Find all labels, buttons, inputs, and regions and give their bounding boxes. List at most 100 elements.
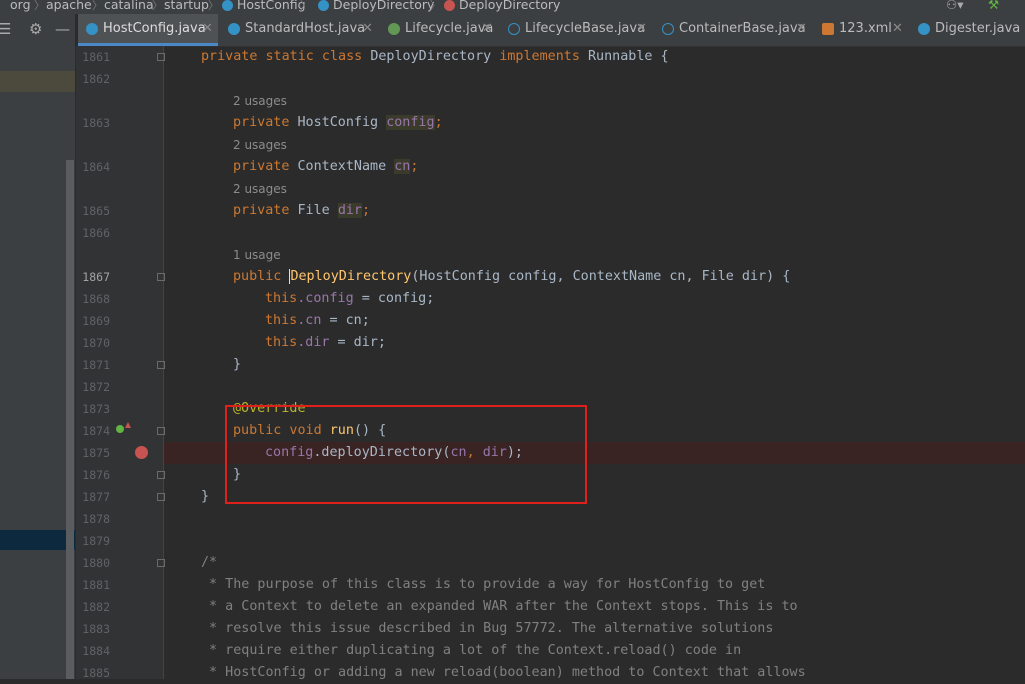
code-line-1877: }	[201, 489, 210, 504]
line-number: 1877	[82, 490, 110, 504]
code-line-1885: * HostConfig or adding a new reload(bool…	[201, 665, 806, 680]
tab-lifecyclebase[interactable]: LifecycleBase.java ✕	[500, 14, 652, 46]
line-number: 1874	[82, 424, 110, 438]
code-line-1884: * require either duplicating a lot of th…	[201, 643, 742, 658]
class-icon	[222, 0, 233, 11]
code-token: implements	[499, 49, 588, 64]
close-tab-icon[interactable]: ✕	[796, 14, 807, 44]
breadcrumb-startup[interactable]: startup	[164, 0, 209, 12]
tab-label: ContainerBase.java	[679, 21, 806, 36]
code-line-1870: this.dir = dir;	[265, 332, 386, 354]
code-token: this	[265, 291, 298, 306]
override-icon[interactable]	[116, 425, 124, 433]
code-token: ;	[362, 203, 371, 218]
code-line-1863: private HostConfig config;	[233, 112, 443, 134]
breakpoint-icon[interactable]	[135, 446, 148, 459]
code-token: this	[265, 335, 298, 350]
tab-hostconfig[interactable]: HostConfig.java ✕	[78, 14, 218, 46]
line-number: 1878	[82, 512, 110, 526]
tab-label: Digester.java	[935, 21, 1021, 36]
java-abstract-class-icon	[662, 23, 674, 35]
close-tab-icon[interactable]: ✕	[362, 14, 373, 44]
code-token: private static class	[201, 49, 371, 64]
breadcrumb-catalina[interactable]: catalina	[104, 0, 154, 12]
breadcrumb-deploydirectory-method[interactable]: DeployDirectory	[459, 0, 560, 12]
project-tree-row-highlighted[interactable]	[0, 71, 75, 92]
tab-label: 123.xml	[839, 21, 892, 36]
code-line-1881: * The purpose of this class is to provid…	[201, 577, 766, 592]
settings-gear-icon[interactable]: ⚙	[29, 20, 42, 38]
tab-digester[interactable]: Digester.java	[910, 14, 1025, 46]
code-line-1868: this.config = config;	[265, 288, 434, 310]
hide-panel-icon[interactable]: —	[55, 20, 70, 38]
breadcrumb-hostconfig[interactable]: HostConfig	[237, 0, 306, 12]
code-token: );	[506, 445, 523, 460]
line-number: 1875	[82, 446, 110, 460]
tab-standardhost[interactable]: StandardHost.java ✕	[220, 14, 378, 46]
code-token: DeployDirectory	[370, 49, 500, 64]
line-number: 1862	[82, 72, 110, 86]
code-editor[interactable]: private static class DeployDirectory imp…	[164, 46, 1025, 680]
tab-label: StandardHost.java	[245, 21, 366, 36]
override-arrow-icon[interactable]	[125, 422, 131, 428]
code-token: HostConfig	[297, 115, 387, 130]
breadcrumb-deploydirectory-class[interactable]: DeployDirectory	[333, 0, 434, 12]
project-tree-row-selected[interactable]	[0, 530, 75, 550]
tab-containerbase[interactable]: ContainerBase.java ✕	[654, 14, 812, 46]
line-number: 1863	[82, 116, 110, 130]
line-number: 1873	[82, 402, 110, 416]
code-token: private	[233, 159, 298, 174]
tool-window-header: ☰ ⚙ —	[0, 14, 75, 46]
breadcrumb-separator: 〉	[430, 0, 441, 12]
collapse-icon[interactable]: ☰	[0, 20, 11, 38]
code-token: ,	[466, 445, 483, 460]
line-number: 1882	[82, 600, 110, 614]
close-tab-icon[interactable]: ✕	[482, 14, 493, 44]
code-token: DeployDirectory	[289, 269, 412, 284]
editor-tabs: HostConfig.java ✕ StandardHost.java ✕ Li…	[78, 14, 1025, 47]
code-token: run	[329, 423, 354, 438]
java-class-icon	[228, 23, 240, 35]
line-number: 1870	[82, 336, 110, 350]
line-number: 1881	[82, 578, 110, 592]
usages-hint[interactable]: 2 usages	[233, 94, 287, 108]
code-line-1867: public DeployDirectory(HostConfig config…	[233, 266, 790, 288]
java-interface-icon	[388, 23, 400, 35]
xml-file-icon	[822, 23, 834, 35]
code-line-1871: }	[233, 357, 242, 372]
breadcrumb-separator: 〉	[208, 0, 219, 12]
user-icon[interactable]: ⚇▾	[946, 0, 963, 12]
code-line-1882: * a Context to delete an expanded WAR af…	[201, 599, 798, 614]
code-token: cn	[394, 159, 411, 174]
close-tab-icon[interactable]: ✕	[636, 14, 647, 44]
code-token: = config;	[353, 291, 435, 306]
usages-hint[interactable]: 2 usages	[233, 138, 287, 152]
java-abstract-class-icon	[508, 23, 520, 35]
project-scrollbar[interactable]	[66, 160, 74, 679]
code-token: .config	[297, 291, 354, 306]
code-token: File	[297, 203, 338, 218]
method-icon	[444, 0, 455, 11]
code-token: ;	[410, 159, 419, 174]
code-token: public	[233, 269, 290, 284]
close-tab-icon[interactable]: ✕	[892, 14, 903, 44]
tab-123-xml[interactable]: 123.xml ✕	[814, 14, 908, 46]
code-line-1861: private static class DeployDirectory imp…	[201, 46, 669, 68]
line-number: 1861	[82, 50, 110, 64]
breadcrumb-apache[interactable]: apache	[46, 0, 92, 12]
tab-lifecycle[interactable]: Lifecycle.java ✕	[380, 14, 498, 46]
code-token: () {	[353, 423, 387, 438]
breadcrumb-org[interactable]: org	[10, 0, 31, 12]
code-token: public void	[233, 423, 330, 438]
breadcrumb-separator: 〉	[92, 0, 103, 12]
code-line-1869: this.cn = cn;	[265, 310, 370, 332]
line-number: 1872	[82, 380, 110, 394]
usages-hint[interactable]: 1 usage	[233, 248, 281, 262]
line-number: 1880	[82, 556, 110, 570]
code-line-1880: /*	[201, 555, 218, 570]
hammer-icon[interactable]: ⚒	[988, 0, 999, 12]
usages-hint[interactable]: 2 usages	[233, 182, 287, 196]
code-token: dir	[337, 203, 362, 218]
java-class-icon	[918, 23, 930, 35]
close-tab-icon[interactable]: ✕	[202, 14, 213, 44]
